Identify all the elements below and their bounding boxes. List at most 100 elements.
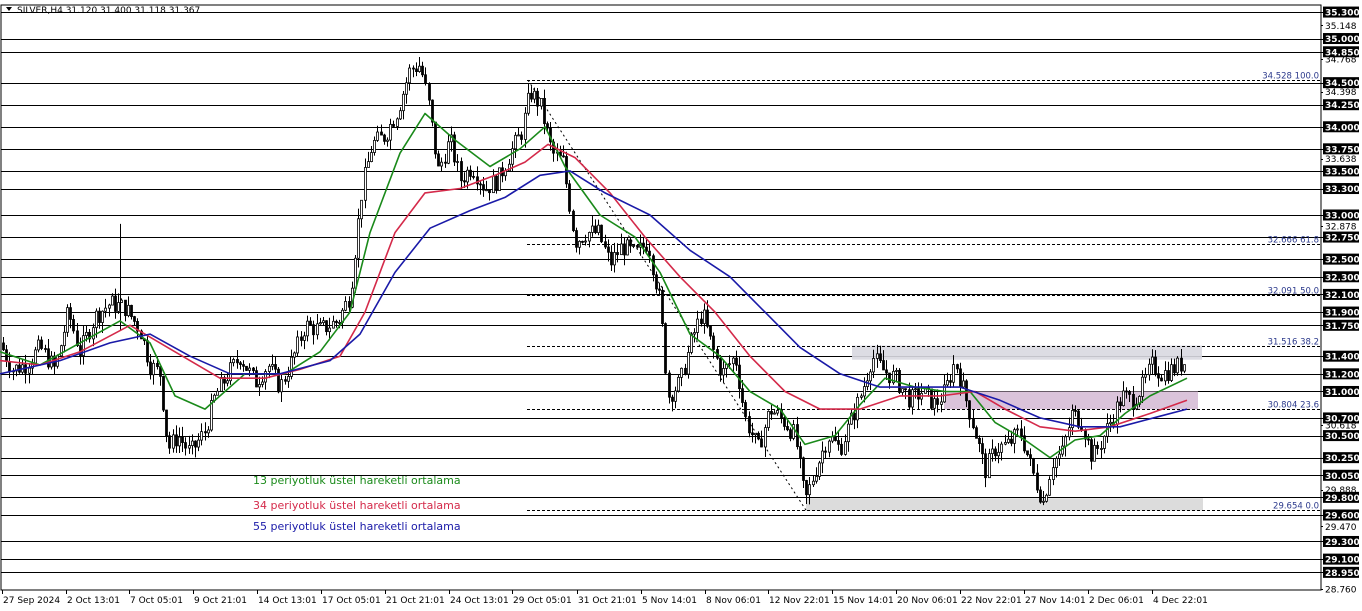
candle-body [604,241,607,248]
candle-body [706,309,709,327]
candle-body [296,336,299,354]
candle-body [853,412,856,421]
candle-body [975,427,978,439]
time-tick-label: 2 Dec 06:01 [1089,596,1144,606]
candle-body [1039,489,1042,503]
candle-body [783,417,786,427]
candle-body [1026,450,1029,456]
ma-legend: 13 periyotluk üstel hareketli ortalama 34… [253,474,461,533]
candle-body [348,301,351,308]
candle-body [28,367,31,374]
candle-body [428,82,431,101]
candle-body [799,446,802,459]
candle-body [258,384,261,388]
candle-body [972,418,975,429]
price-tick-label: 31.200 [1325,370,1360,380]
candle-body [908,389,911,408]
candle-body [396,118,399,127]
candle-body [700,318,703,324]
candle-body [245,365,248,371]
price-tick-label: 31.900 [1325,309,1360,319]
zone-support [806,498,1203,511]
candle-body [200,431,203,441]
candle-body [252,367,255,372]
candle-body [47,348,50,368]
candle-body [1154,356,1157,375]
candle-body [354,257,357,289]
candle-body [879,353,882,361]
time-tick-label: 24 Oct 13:01 [450,596,509,606]
candle-body [1109,421,1112,425]
candle-body [149,361,152,376]
candle-body [511,148,514,165]
candle-body [722,368,725,376]
candle-body [588,232,591,242]
candle-body [543,97,546,125]
candle-body [1045,494,1048,502]
dropdown-triangle-icon[interactable] [6,7,12,11]
candle-body [344,301,347,311]
candle-body [392,123,395,127]
candle-body [533,90,536,100]
ma-legend-label: 13 periyotluk üstel hareketli ortalama [253,474,461,487]
candle-body [645,246,648,252]
candle-body [719,357,722,376]
price-tick-label: 33.500 [1325,167,1360,177]
candle-body [773,412,776,415]
candle-body [488,189,491,194]
candle-body [642,242,645,248]
candle-body [220,377,223,392]
candle-body [818,462,821,477]
candle-body [578,240,581,248]
candle-body [460,161,463,182]
candle-body [156,362,159,368]
time-tick-label: 17 Oct 05:01 [322,596,381,606]
candle-body [472,175,475,178]
candle-body [767,411,770,428]
candle-body [165,409,168,437]
price-tick-label: 35.300 [1325,9,1360,19]
candle-body [1119,401,1122,407]
candle-body [940,401,943,405]
candle-body [274,364,277,370]
candle-body [280,379,283,393]
candle-body [815,476,818,482]
candle-body [536,90,539,107]
candle-body [456,161,459,163]
candle-body [261,381,264,385]
ema-34-line [0,143,1188,433]
candle-body [1087,438,1090,441]
price-tick-label: 30.500 [1325,432,1360,442]
price-tick-label: 31.750 [1325,322,1360,332]
price-tick-label: 33.750 [1325,145,1360,155]
candle-body [661,289,664,324]
time-tick-label: 8 Nov 06:01 [706,596,761,606]
candle-body [764,427,767,448]
fib-level-label: 29.654 0.0 [1273,502,1319,512]
candle-body [239,362,242,365]
candle-body [911,389,914,408]
candle-body [610,251,613,266]
candle-body [194,440,197,448]
candle-body [988,453,991,479]
candle-body [1077,410,1080,428]
candle-body [917,388,920,400]
candle-body [668,372,671,398]
price-tick-label: 34.398 [1325,88,1357,98]
candle-body [1007,438,1010,443]
candle-body [8,361,11,373]
candle-body [1029,454,1032,459]
candle-body [271,364,274,367]
candle-body [520,134,523,140]
candle-body [882,360,885,371]
candle-body [738,364,741,390]
candle-body [876,353,879,359]
candle-body [1173,364,1176,374]
candle-body [680,367,683,378]
candle-body [997,451,1000,457]
candle-body [808,484,811,496]
price-chart[interactable]: 34.528 100.0 32.666 61.8 32.091 50.0 31.516… [0,0,1362,611]
candle-body [1180,357,1183,372]
fib-level-label: 32.091 50.0 [1268,287,1319,297]
candle-body [248,367,251,371]
